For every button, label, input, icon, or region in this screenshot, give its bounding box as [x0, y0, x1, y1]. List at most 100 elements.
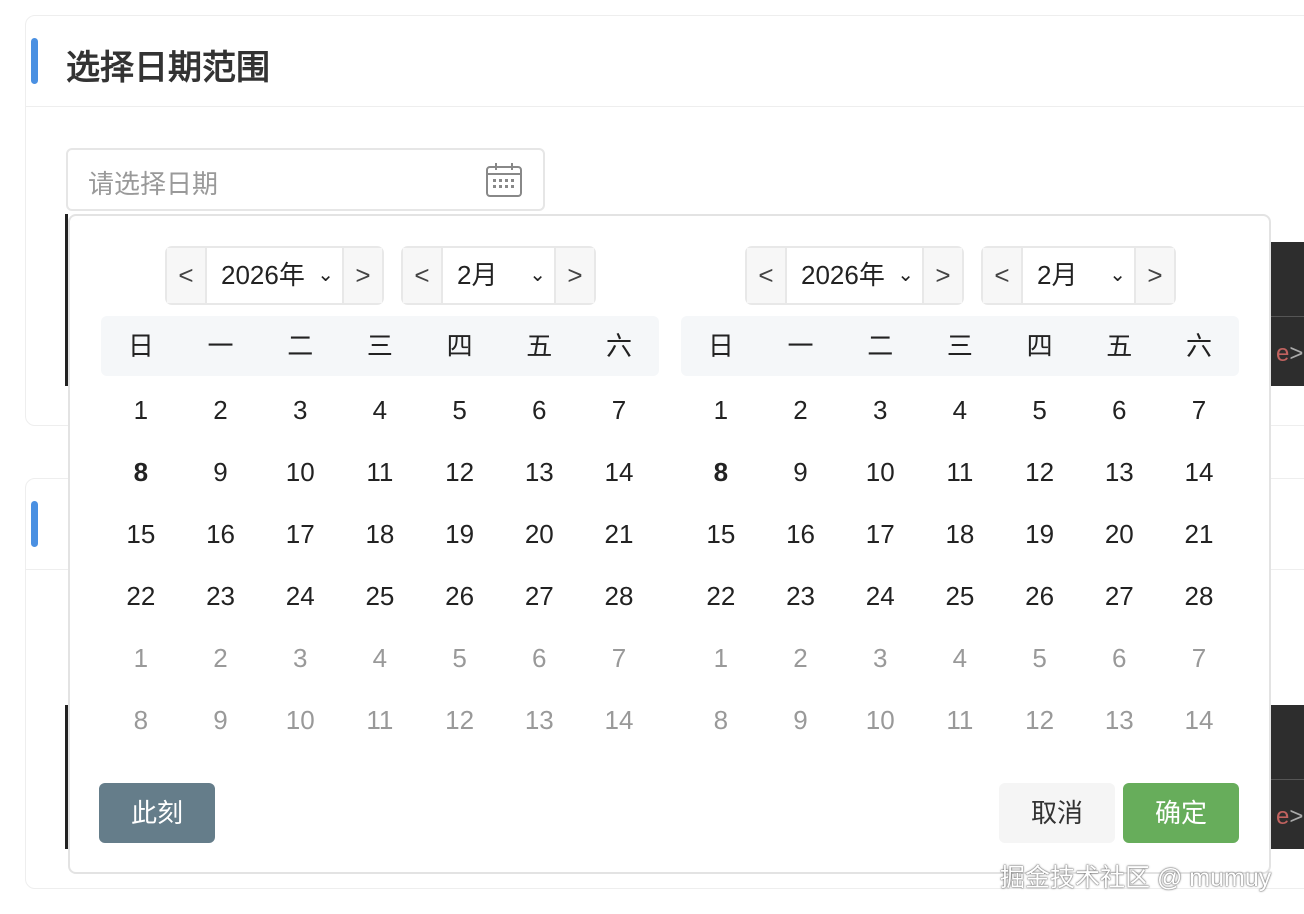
- day-cell[interactable]: 1: [681, 379, 761, 441]
- prev-year-button[interactable]: <: [747, 248, 785, 303]
- next-month-button[interactable]: >: [1136, 248, 1174, 303]
- day-cell[interactable]: 12: [420, 689, 500, 751]
- year-value[interactable]: 2026年 ⌄: [785, 248, 924, 303]
- day-cell[interactable]: 6: [1079, 379, 1159, 441]
- day-cell[interactable]: 11: [920, 441, 1000, 503]
- day-cell[interactable]: 8: [101, 441, 181, 503]
- day-cell[interactable]: 2: [761, 379, 841, 441]
- code-link[interactable]: e>: [1276, 340, 1303, 368]
- day-cell[interactable]: 4: [340, 627, 420, 689]
- date-input[interactable]: 请选择日期: [66, 148, 545, 211]
- day-cell[interactable]: 28: [1159, 565, 1239, 627]
- day-cell[interactable]: 15: [101, 503, 181, 565]
- cancel-button[interactable]: 取消: [999, 783, 1115, 843]
- day-cell[interactable]: 6: [499, 379, 579, 441]
- day-cell[interactable]: 13: [499, 689, 579, 751]
- day-cell[interactable]: 11: [340, 441, 420, 503]
- day-cell[interactable]: 7: [579, 379, 659, 441]
- day-cell[interactable]: 24: [260, 565, 340, 627]
- prev-month-button[interactable]: <: [983, 248, 1021, 303]
- prev-month-button[interactable]: <: [403, 248, 441, 303]
- day-cell[interactable]: 17: [260, 503, 340, 565]
- month-value[interactable]: 2月 ⌄: [441, 248, 556, 303]
- day-cell[interactable]: 27: [499, 565, 579, 627]
- day-cell[interactable]: 7: [1159, 627, 1239, 689]
- day-cell[interactable]: 10: [260, 689, 340, 751]
- left-month-select[interactable]: < 2月 ⌄ >: [401, 246, 596, 305]
- day-cell[interactable]: 12: [420, 441, 500, 503]
- day-cell[interactable]: 28: [579, 565, 659, 627]
- day-cell[interactable]: 5: [1000, 379, 1080, 441]
- day-cell[interactable]: 8: [681, 441, 761, 503]
- day-cell[interactable]: 4: [920, 627, 1000, 689]
- day-cell[interactable]: 27: [1079, 565, 1159, 627]
- day-cell[interactable]: 9: [761, 441, 841, 503]
- day-cell[interactable]: 3: [840, 627, 920, 689]
- day-cell[interactable]: 13: [499, 441, 579, 503]
- code-link[interactable]: e>: [1276, 803, 1303, 831]
- day-cell[interactable]: 3: [840, 379, 920, 441]
- day-cell[interactable]: 7: [1159, 379, 1239, 441]
- day-cell[interactable]: 13: [1079, 689, 1159, 751]
- day-cell[interactable]: 23: [761, 565, 841, 627]
- day-cell[interactable]: 1: [101, 627, 181, 689]
- day-cell[interactable]: 14: [579, 441, 659, 503]
- day-cell[interactable]: 11: [340, 689, 420, 751]
- day-cell[interactable]: 8: [681, 689, 761, 751]
- year-value[interactable]: 2026年 ⌄: [205, 248, 344, 303]
- day-cell[interactable]: 10: [840, 689, 920, 751]
- day-cell[interactable]: 10: [840, 441, 920, 503]
- now-button[interactable]: 此刻: [99, 783, 215, 843]
- day-cell[interactable]: 12: [1000, 689, 1080, 751]
- day-cell[interactable]: 25: [340, 565, 420, 627]
- day-cell[interactable]: 14: [1159, 689, 1239, 751]
- day-cell[interactable]: 9: [761, 689, 841, 751]
- day-cell[interactable]: 22: [681, 565, 761, 627]
- next-year-button[interactable]: >: [344, 248, 382, 303]
- day-cell[interactable]: 18: [340, 503, 420, 565]
- day-cell[interactable]: 7: [579, 627, 659, 689]
- next-month-button[interactable]: >: [556, 248, 594, 303]
- day-cell[interactable]: 12: [1000, 441, 1080, 503]
- calendar-icon[interactable]: [485, 162, 523, 198]
- day-cell[interactable]: 3: [260, 627, 340, 689]
- day-cell[interactable]: 20: [1079, 503, 1159, 565]
- day-cell[interactable]: 19: [420, 503, 500, 565]
- day-cell[interactable]: 2: [761, 627, 841, 689]
- day-cell[interactable]: 21: [1159, 503, 1239, 565]
- day-cell[interactable]: 18: [920, 503, 1000, 565]
- prev-year-button[interactable]: <: [167, 248, 205, 303]
- day-cell[interactable]: 5: [1000, 627, 1080, 689]
- day-cell[interactable]: 8: [101, 689, 181, 751]
- day-cell[interactable]: 17: [840, 503, 920, 565]
- day-cell[interactable]: 1: [101, 379, 181, 441]
- day-cell[interactable]: 20: [499, 503, 579, 565]
- day-cell[interactable]: 26: [1000, 565, 1080, 627]
- day-cell[interactable]: 6: [499, 627, 579, 689]
- day-cell[interactable]: 19: [1000, 503, 1080, 565]
- day-cell[interactable]: 2: [181, 627, 261, 689]
- day-cell[interactable]: 23: [181, 565, 261, 627]
- next-year-button[interactable]: >: [924, 248, 962, 303]
- day-cell[interactable]: 14: [1159, 441, 1239, 503]
- day-cell[interactable]: 2: [181, 379, 261, 441]
- day-cell[interactable]: 1: [681, 627, 761, 689]
- right-year-select[interactable]: < 2026年 ⌄ >: [745, 246, 964, 305]
- day-cell[interactable]: 14: [579, 689, 659, 751]
- day-cell[interactable]: 21: [579, 503, 659, 565]
- day-cell[interactable]: 10: [260, 441, 340, 503]
- day-cell[interactable]: 22: [101, 565, 181, 627]
- day-cell[interactable]: 9: [181, 441, 261, 503]
- right-month-select[interactable]: < 2月 ⌄ >: [981, 246, 1176, 305]
- left-year-select[interactable]: < 2026年 ⌄ >: [165, 246, 384, 305]
- day-cell[interactable]: 6: [1079, 627, 1159, 689]
- day-cell[interactable]: 24: [840, 565, 920, 627]
- day-cell[interactable]: 15: [681, 503, 761, 565]
- day-cell[interactable]: 4: [920, 379, 1000, 441]
- day-cell[interactable]: 25: [920, 565, 1000, 627]
- day-cell[interactable]: 11: [920, 689, 1000, 751]
- day-cell[interactable]: 9: [181, 689, 261, 751]
- day-cell[interactable]: 5: [420, 627, 500, 689]
- day-cell[interactable]: 16: [761, 503, 841, 565]
- day-cell[interactable]: 4: [340, 379, 420, 441]
